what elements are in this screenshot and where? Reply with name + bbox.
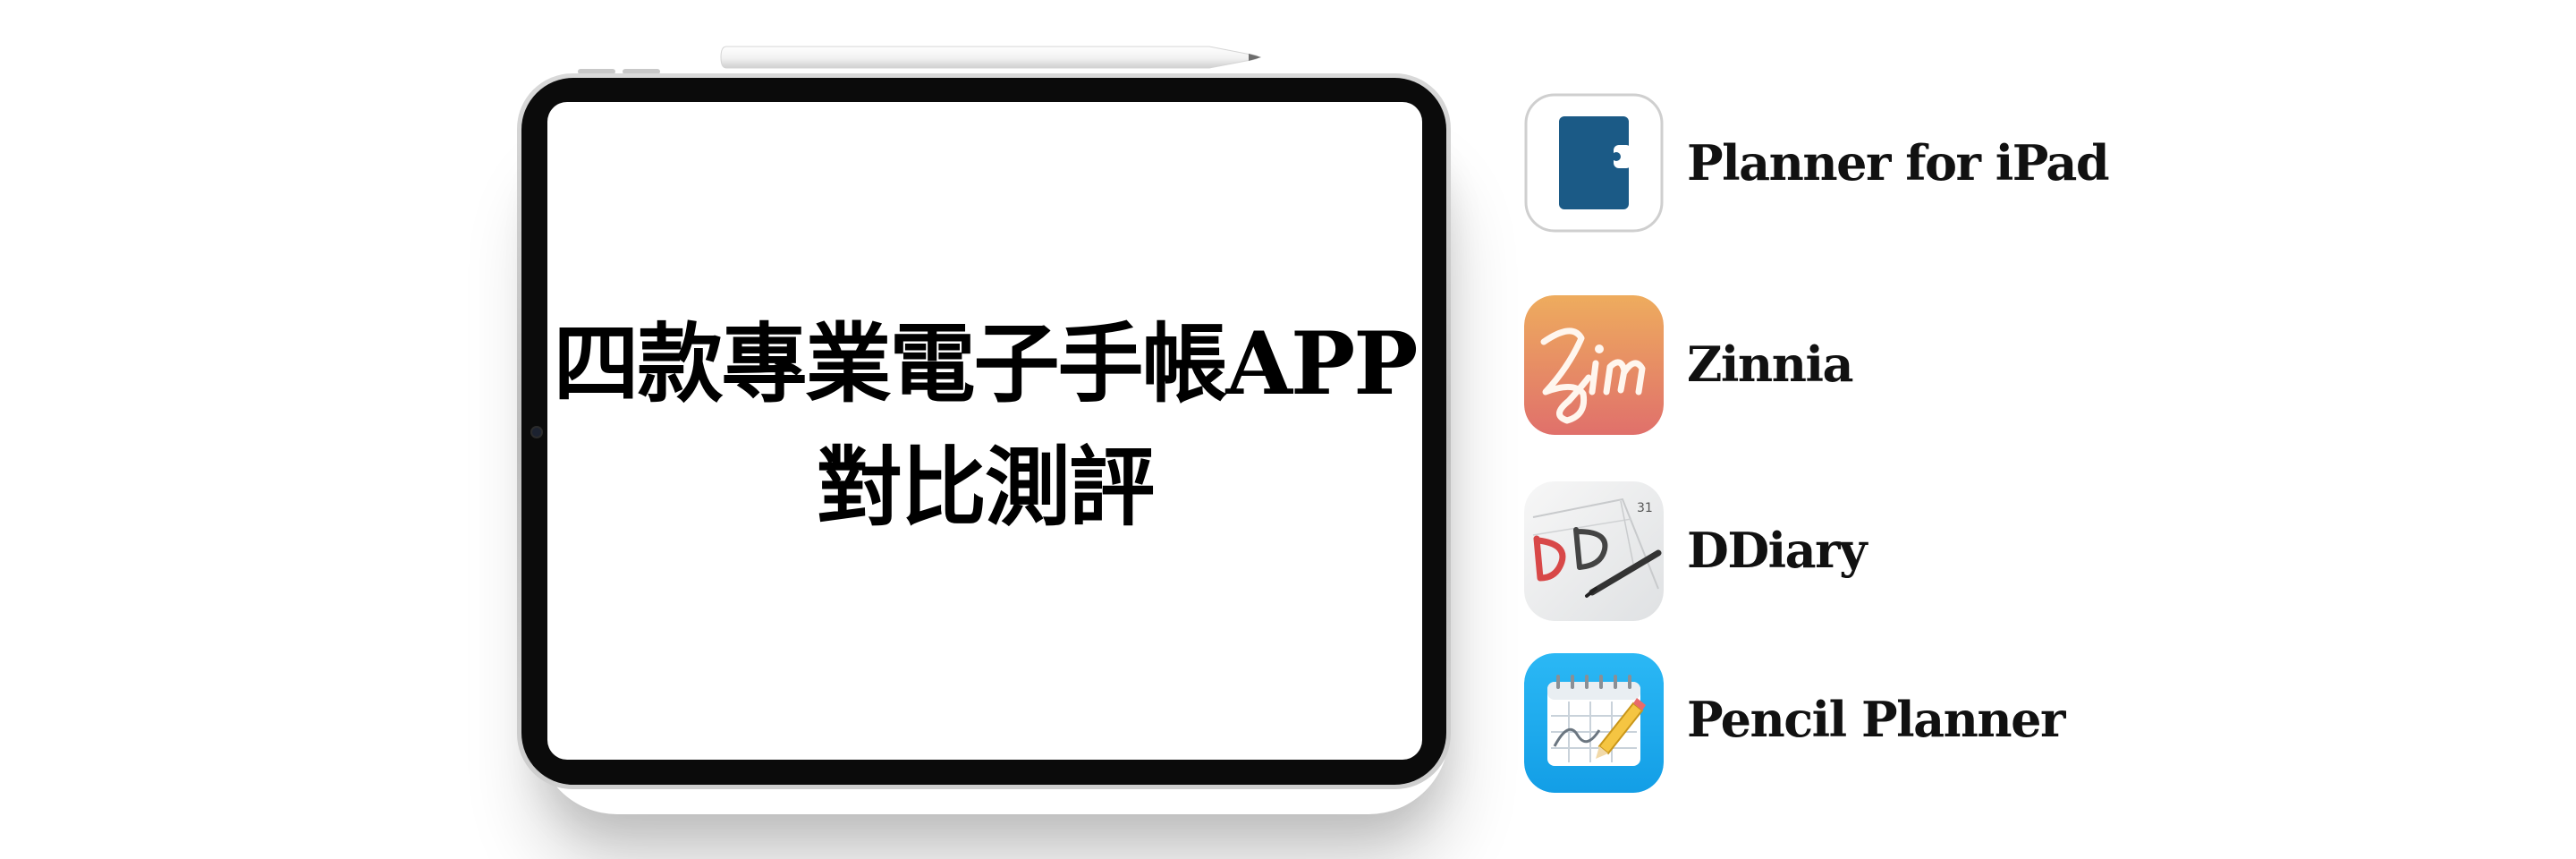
ddiary-app-icon: 31	[1524, 481, 1664, 621]
ipad-camera	[530, 426, 543, 438]
headline-line-2: 對比測評	[817, 437, 1155, 538]
apple-pencil-image	[719, 43, 1265, 72]
pencil-planner-app-icon	[1524, 653, 1664, 793]
app-name-ddiary: DDiary	[1687, 522, 1868, 579]
planner-for-ipad-app-icon	[1524, 93, 1664, 233]
app-name-zinnia: Zinnia	[1687, 336, 1853, 393]
ddiary-icon-date: 31	[1637, 501, 1653, 515]
app-name-pencil-planner: Pencil Planner	[1687, 691, 2065, 748]
headline-line-1: 四款專業電子手帳APP	[553, 313, 1419, 414]
zinnia-app-icon	[1524, 295, 1664, 435]
promo-banner: 四款專業電子手帳APP 對比測評 Planner for iPad Zinnia…	[0, 0, 2576, 859]
app-name-planner-for-ipad: Planner for iPad	[1687, 134, 2110, 191]
ipad-screen: 四款專業電子手帳APP 對比測評	[547, 102, 1422, 760]
